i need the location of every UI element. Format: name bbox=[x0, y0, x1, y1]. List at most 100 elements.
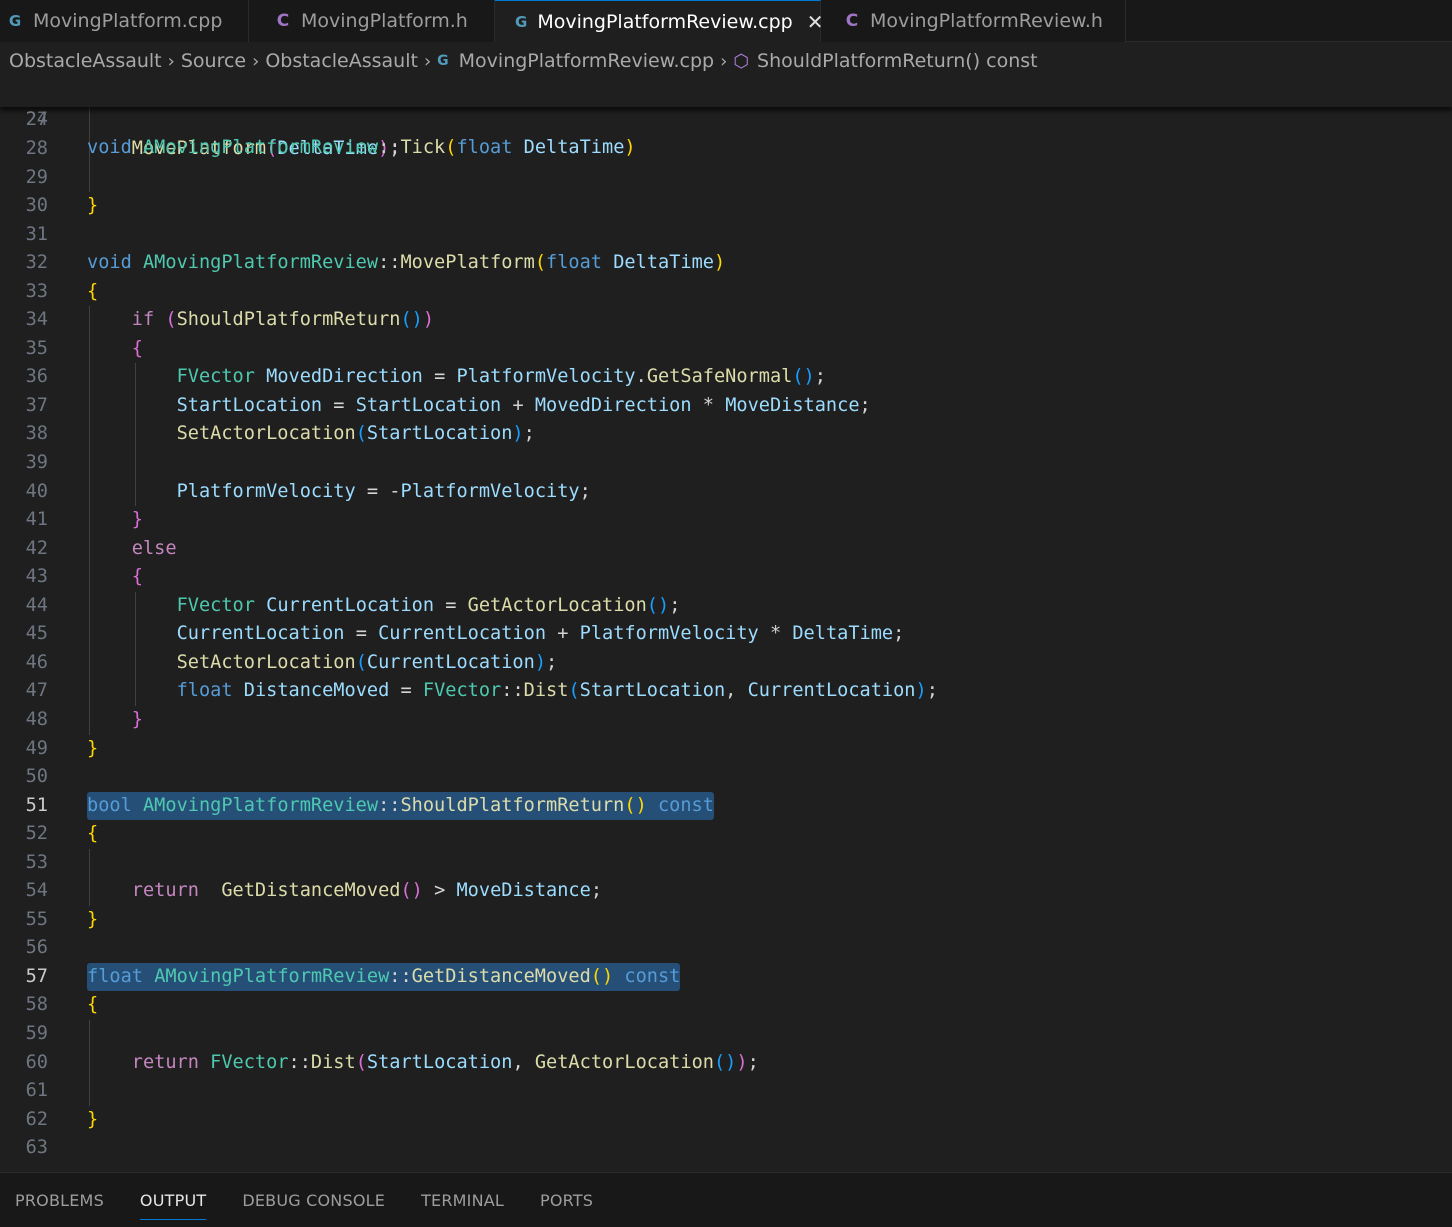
code-line[interactable]: 58 { bbox=[0, 991, 1452, 1020]
breadcrumb-item-project[interactable]: ObstacleAssault bbox=[9, 50, 162, 72]
line-number: 41 bbox=[25, 509, 48, 531]
chevron-right-icon: › bbox=[167, 50, 175, 72]
code-line[interactable]: 48 } bbox=[0, 706, 1452, 735]
line-number: 36 bbox=[25, 366, 48, 388]
code-line[interactable]: 31 bbox=[0, 221, 1452, 250]
code-line[interactable]: 45 CurrentLocation = CurrentLocation + P… bbox=[0, 620, 1452, 649]
code-line[interactable]: 53 bbox=[0, 849, 1452, 878]
code-line[interactable]: 37 StartLocation = StartLocation + Moved… bbox=[0, 392, 1452, 421]
code-line[interactable]: 47 float DistanceMoved = FVector::Dist(S… bbox=[0, 677, 1452, 706]
code-text: } bbox=[87, 195, 99, 217]
line-number: 54 bbox=[25, 880, 48, 902]
code-line[interactable]: 44 FVector CurrentLocation = GetActorLoc… bbox=[0, 592, 1452, 621]
tab-label: MovingPlatform.cpp bbox=[33, 10, 223, 32]
code-line[interactable]: 56 bbox=[0, 934, 1452, 963]
tab-debug-console[interactable]: DEBUG CONSOLE bbox=[242, 1173, 385, 1227]
code-line[interactable]: 29 bbox=[0, 164, 1452, 193]
code-text: { bbox=[87, 823, 99, 845]
breadcrumb-item-file[interactable]: MovingPlatformReview.cpp bbox=[459, 50, 714, 72]
code-line[interactable]: 60 return FVector::Dist(StartLocation, G… bbox=[0, 1049, 1452, 1078]
code-line[interactable]: 40 PlatformVelocity = -PlatformVelocity; bbox=[0, 478, 1452, 507]
code-line[interactable]: 38 SetActorLocation(StartLocation); bbox=[0, 420, 1452, 449]
line-number: 35 bbox=[25, 337, 48, 359]
line-number: 55 bbox=[25, 908, 48, 930]
code-text: PlatformVelocity = -PlatformVelocity; bbox=[176, 480, 591, 502]
code-text: } bbox=[87, 737, 99, 759]
code-line[interactable]: 30} bbox=[0, 192, 1452, 221]
cpp-file-icon: G bbox=[437, 53, 449, 69]
code-line[interactable]: 32 void AMovingPlatformReview::MovePlatfo… bbox=[0, 249, 1452, 278]
code-line[interactable]: 33 { bbox=[0, 278, 1452, 307]
line-number: 58 bbox=[25, 994, 48, 1016]
code-text: } bbox=[87, 1108, 99, 1130]
code-line[interactable]: 50 bbox=[0, 763, 1452, 792]
line-number: 57 bbox=[25, 965, 48, 987]
cpp-file-icon: G bbox=[8, 12, 22, 30]
code-line[interactable]: 39 bbox=[0, 449, 1452, 478]
breadcrumb-item-folder[interactable]: ObstacleAssault bbox=[265, 50, 418, 72]
breadcrumb-item-source[interactable]: Source bbox=[181, 50, 246, 72]
code-text: return GetDistanceMoved() > MoveDistance… bbox=[131, 880, 603, 902]
tab-output[interactable]: OUTPUT bbox=[139, 1173, 207, 1227]
code-line[interactable]: 34 if (ShouldPlatformReturn()) bbox=[0, 306, 1452, 335]
tab-terminal[interactable]: TERMINAL bbox=[421, 1173, 504, 1227]
code-text: void AMovingPlatformReview::MovePlatform… bbox=[87, 252, 726, 274]
code-line[interactable]: 62} bbox=[0, 1106, 1452, 1135]
line-number: 24 bbox=[25, 108, 48, 130]
code-line[interactable]: 63 bbox=[0, 1134, 1452, 1163]
line-number: 32 bbox=[25, 252, 48, 274]
code-editor[interactable]: 24 void AMovingPlatformReview::Tick(floa… bbox=[0, 77, 1452, 1171]
breadcrumb-item-symbol[interactable]: ShouldPlatformReturn() const bbox=[757, 50, 1038, 72]
tab-movingplatform-h[interactable]: C MovingPlatform.h bbox=[249, 0, 495, 42]
code-line[interactable]: 55} bbox=[0, 906, 1452, 935]
tab-ports[interactable]: PORTS bbox=[540, 1173, 593, 1227]
code-line[interactable]: 57 float AMovingPlatformReview::GetDistan… bbox=[0, 962, 1452, 992]
code-text: FVector CurrentLocation = GetActorLocati… bbox=[176, 594, 681, 616]
breadcrumb: ObstacleAssault › Source › ObstacleAssau… bbox=[0, 44, 1452, 78]
code-line[interactable]: 36 FVector MovedDirection = PlatformVelo… bbox=[0, 363, 1452, 392]
line-number: 33 bbox=[25, 280, 48, 302]
code-line[interactable]: 59 bbox=[0, 1020, 1452, 1049]
chevron-right-icon: › bbox=[252, 50, 260, 72]
sticky-line[interactable]: 24 void AMovingPlatformReview::Tick(floa… bbox=[0, 77, 1452, 159]
line-number: 53 bbox=[25, 851, 48, 873]
code-text: void AMovingPlatformReview::Tick(float D… bbox=[87, 137, 636, 159]
code-line[interactable]: 52 { bbox=[0, 820, 1452, 849]
method-cube-icon: ⬡ bbox=[733, 50, 750, 72]
code-text: { bbox=[87, 994, 99, 1016]
panel-tab-bar: PROBLEMS OUTPUT DEBUG CONSOLE TERMINAL P… bbox=[0, 1172, 1452, 1227]
indent-guide bbox=[89, 1020, 90, 1106]
line-number: 50 bbox=[25, 766, 48, 788]
code-line[interactable]: 54 return GetDistanceMoved() > MoveDista… bbox=[0, 877, 1452, 906]
indent-guide bbox=[135, 591, 137, 706]
line-number: 43 bbox=[25, 566, 48, 588]
code-line[interactable]: 43 { bbox=[0, 563, 1452, 592]
code-line[interactable]: 41 } bbox=[0, 506, 1452, 535]
code-line[interactable]: 51 bool AMovingPlatformReview::ShouldPlat… bbox=[0, 791, 1452, 821]
tab-movingplatformreview-h[interactable]: C MovingPlatformReview.h bbox=[821, 0, 1126, 42]
chevron-right-icon: › bbox=[423, 50, 432, 72]
tab-problems[interactable]: PROBLEMS bbox=[15, 1173, 104, 1227]
code-text: { bbox=[131, 566, 143, 588]
code-line[interactable]: 27 bbox=[0, 106, 1452, 135]
code-text: if (ShouldPlatformReturn()) bbox=[131, 309, 435, 331]
tab-label: MovingPlatformReview.h bbox=[870, 10, 1103, 32]
tab-movingplatformreview-cpp[interactable]: G MovingPlatformReview.cpp ✕ bbox=[495, 0, 824, 42]
code-text: } bbox=[131, 708, 143, 730]
editor-tab-bar: G MovingPlatform.cpp C MovingPlatform.h … bbox=[0, 0, 1452, 42]
tab-label: MovingPlatformReview.cpp bbox=[537, 10, 793, 33]
code-line[interactable]: 42 else bbox=[0, 535, 1452, 564]
sticky-scroll-header[interactable]: 24 void AMovingPlatformReview::Tick(floa… bbox=[0, 77, 1452, 159]
line-number: 56 bbox=[25, 937, 48, 959]
line-number: 60 bbox=[25, 1051, 48, 1073]
code-line[interactable]: 35 { bbox=[0, 335, 1452, 364]
code-text: return FVector::Dist(StartLocation, GetA… bbox=[131, 1051, 759, 1073]
code-line[interactable]: 49} bbox=[0, 735, 1452, 764]
line-number: 45 bbox=[25, 623, 48, 645]
line-number: 38 bbox=[25, 423, 48, 445]
line-number: 52 bbox=[25, 823, 48, 845]
tab-movingplatform-cpp[interactable]: G MovingPlatform.cpp bbox=[0, 0, 249, 42]
code-text: float DistanceMoved = FVector::Dist(Star… bbox=[176, 680, 938, 702]
code-line[interactable]: 46 SetActorLocation(CurrentLocation); bbox=[0, 649, 1452, 678]
code-line[interactable]: 61 bbox=[0, 1077, 1452, 1106]
